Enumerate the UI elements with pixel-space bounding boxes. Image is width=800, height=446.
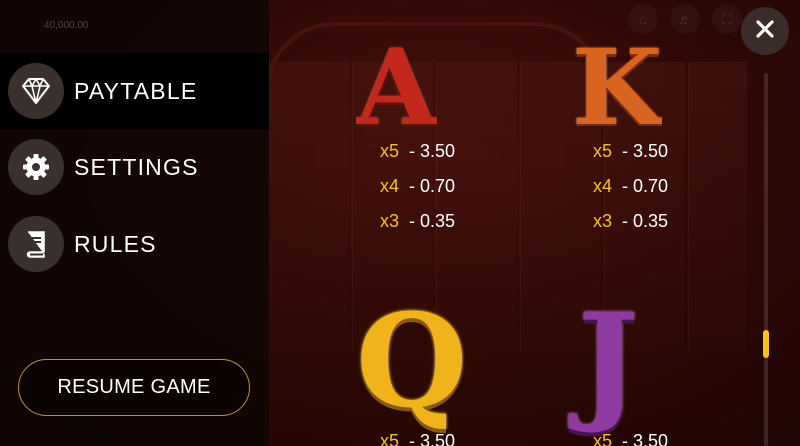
side-menu: 40,000.00 PAYTABLE SETTINGS RULES RESUME… [0, 0, 269, 446]
resume-game-label: RESUME GAME [57, 376, 211, 398]
payout-row: x3 - 0.35 [593, 211, 669, 231]
balance-display: 40,000.00 [44, 20, 89, 31]
menu-item-label: SETTINGS [74, 153, 199, 180]
menu-item-label: PAYTABLE [74, 77, 198, 104]
symbol-j: J [578, 287, 639, 437]
book-icon [8, 216, 64, 272]
payout-row: x3 - 0.35 [380, 211, 456, 231]
payout-row: x5 - 3.50 [380, 141, 456, 161]
symbol-a: A [356, 36, 437, 126]
menu-item-settings[interactable]: SETTINGS [0, 129, 269, 205]
close-button[interactable] [741, 7, 789, 55]
close-icon [756, 19, 774, 43]
resume-game-button[interactable]: RESUME GAME [18, 359, 250, 416]
payout-row: x5 - 3.50 [380, 431, 456, 446]
payout-row: x5 - 3.50 [593, 431, 669, 446]
menu-item-paytable[interactable]: PAYTABLE [0, 53, 269, 129]
scrollbar-track[interactable] [764, 73, 768, 446]
menu-item-label: RULES [74, 230, 157, 257]
menu-item-rules[interactable]: RULES [0, 206, 269, 282]
payout-row: x5 - 3.50 [593, 141, 669, 161]
symbol-q: Q [356, 287, 468, 437]
symbol-k: K [572, 36, 663, 126]
payout-row: x4 - 0.70 [380, 176, 456, 196]
diamond-icon [8, 63, 64, 119]
scrollbar-thumb[interactable] [763, 330, 769, 358]
payout-row: x4 - 0.70 [593, 176, 669, 196]
gear-icon [8, 139, 64, 195]
